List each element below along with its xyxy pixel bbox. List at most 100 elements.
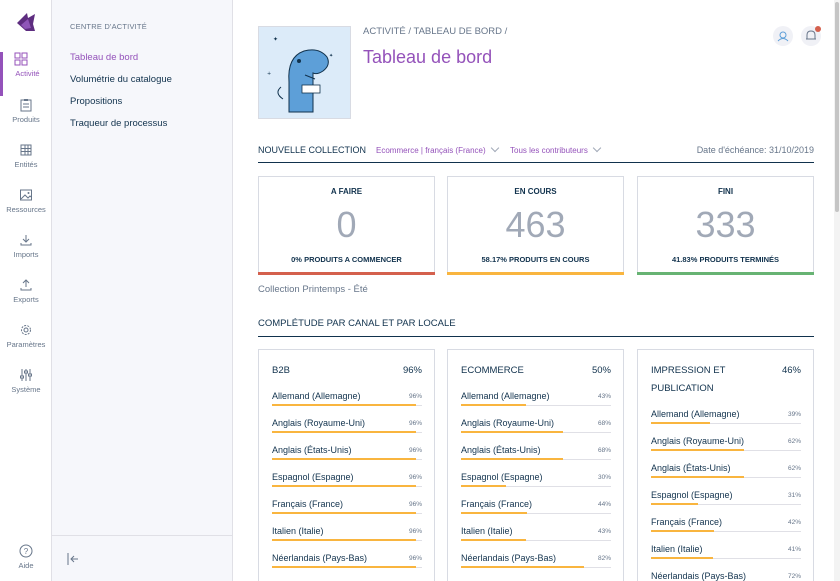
locale-row[interactable]: Allemand (Allemagne) 39% <box>651 409 801 436</box>
locale-name: Anglais (États-Unis) <box>651 463 731 473</box>
contributors-dropdown[interactable]: Tous les contributeurs <box>510 143 602 155</box>
locale-percent: 43% <box>597 528 611 535</box>
channel-locale-dropdown[interactable]: Ecommerce | français (France) <box>376 143 499 155</box>
progress-track <box>272 404 422 406</box>
stat-card-done[interactable]: FINI 333 41.83% PRODUITS TERMINÉS <box>637 176 814 275</box>
locale-row[interactable]: Anglais (États-Unis) 96% <box>272 445 422 472</box>
locale-percent: 96% <box>408 555 422 562</box>
locale-percent: 96% <box>408 420 422 427</box>
completeness-title: COMPLÉTUDE PAR CANAL ET PAR LOCALE <box>258 318 814 337</box>
locale-name: Italien (Italie) <box>461 526 513 536</box>
progress-track <box>272 485 422 487</box>
help-button[interactable]: ? Aide <box>0 544 52 570</box>
locale-percent: 96% <box>408 393 422 400</box>
notifications-button[interactable] <box>801 26 821 46</box>
notification-dot <box>815 26 821 32</box>
locale-percent: 44% <box>597 501 611 508</box>
progress-fill <box>272 566 416 568</box>
user-menu-button[interactable] <box>773 26 793 46</box>
grid-icon <box>14 52 28 66</box>
progress-fill <box>651 449 744 451</box>
progress-fill <box>461 458 563 460</box>
locale-row[interactable]: Allemand (Allemagne) 96% <box>272 391 422 418</box>
svg-text:✦: ✦ <box>273 36 278 43</box>
sidebar-item-volumetrie[interactable]: Volumétrie du catalogue <box>70 74 172 85</box>
locale-name: Anglais (Royaume-Uni) <box>461 418 555 428</box>
locale-row[interactable]: Néerlandais (Pays-Bas) 82% <box>461 553 611 580</box>
locale-row[interactable]: Italien (Italie) 43% <box>461 526 611 553</box>
stat-value: 0 <box>336 204 357 245</box>
activity-sidebar: CENTRE D'ACTIVITÉ Tableau de bord Volumé… <box>52 0 233 581</box>
stat-card-in-progress[interactable]: EN COURS 463 58.17% PRODUITS EN COURS <box>447 176 624 275</box>
collection-filter-bar: NOUVELLE COLLECTION Ecommerce | français… <box>258 143 814 163</box>
locale-row[interactable]: Espagnol (Espagne) 31% <box>651 490 801 517</box>
nav-item-produits[interactable]: Produits <box>0 98 52 142</box>
nav-item-systeme[interactable]: Système <box>0 368 52 412</box>
scrollbar[interactable] <box>834 0 840 581</box>
sidebar-title: CENTRE D'ACTIVITÉ <box>70 22 147 31</box>
nav-item-ressources[interactable]: Ressources <box>0 188 52 232</box>
gear-icon <box>21 325 31 335</box>
locale-percent: 96% <box>408 447 422 454</box>
nav-item-label: Paramètres <box>6 340 46 349</box>
locale-row[interactable]: Anglais (Royaume-Uni) 96% <box>272 418 422 445</box>
nav-item-activite[interactable]: Activité <box>0 52 52 96</box>
sidebar-item-traqueur[interactable]: Traqueur de processus <box>70 118 167 129</box>
nav-item-parametres[interactable]: Paramètres <box>0 323 52 367</box>
locale-name: Anglais (États-Unis) <box>461 445 541 455</box>
nav-item-label: Exports <box>13 295 39 304</box>
locale-row[interactable]: Français (France) 42% <box>651 517 801 544</box>
locale-row[interactable]: Français (France) 96% <box>272 499 422 526</box>
locale-percent: 41% <box>787 546 801 553</box>
import-icon <box>20 235 32 246</box>
locale-row[interactable]: Anglais (États-Unis) 62% <box>651 463 801 490</box>
collapse-sidebar-icon[interactable] <box>66 551 82 567</box>
nav-item-entites[interactable]: Entités <box>0 143 52 187</box>
sidebar-item-propositions[interactable]: Propositions <box>70 96 122 107</box>
nav-item-label: Imports <box>13 250 39 259</box>
locale-row[interactable]: Néerlandais (Pays-Bas) 96% <box>272 553 422 580</box>
locale-row[interactable]: Allemand (Allemagne) 43% <box>461 391 611 418</box>
locale-row[interactable]: Italien (Italie) 41% <box>651 544 801 571</box>
akeneo-logo-icon[interactable] <box>14 10 38 34</box>
locale-row[interactable]: Italien (Italie) 96% <box>272 526 422 553</box>
due-date: Date d'échéance: 31/10/2019 <box>696 145 814 155</box>
collection-label: NOUVELLE COLLECTION <box>258 145 367 155</box>
locale-name: Allemand (Allemagne) <box>272 391 361 401</box>
breadcrumb[interactable]: ACTIVITÉ / TABLEAU DE BORD / <box>363 26 507 37</box>
locale-row[interactable]: Anglais (Royaume-Uni) 62% <box>651 436 801 463</box>
progress-fill <box>651 557 713 559</box>
locale-row[interactable]: Espagnol (Espagne) 30% <box>461 472 611 499</box>
locale-row[interactable]: Anglais (Royaume-Uni) 68% <box>461 418 611 445</box>
locale-row[interactable]: Anglais (États-Unis) 68% <box>461 445 611 472</box>
locale-name: Espagnol (Espagne) <box>651 490 733 500</box>
nav-item-label: Activité <box>15 69 40 78</box>
channel-name: ECOMMERCE <box>461 365 524 376</box>
nav-item-imports[interactable]: Imports <box>0 233 52 277</box>
locale-row[interactable]: Néerlandais (Pays-Bas) 72% <box>651 571 801 581</box>
locale-name: Néerlandais (Pays-Bas) <box>272 553 368 563</box>
locale-percent: 72% <box>787 573 801 580</box>
channel-card: IMPRESSION ET PUBLICATION 46% Allemand (Al… <box>637 349 814 581</box>
svg-text:+: + <box>267 71 271 77</box>
locale-name: Néerlandais (Pays-Bas) <box>461 553 557 563</box>
channel-percent: 46% <box>781 365 801 376</box>
locale-row[interactable]: Français (France) 44% <box>461 499 611 526</box>
progress-track <box>461 512 611 514</box>
stat-card-todo[interactable]: A FAIRE 0 0% PRODUITS A COMMENCER <box>258 176 435 275</box>
scrollbar-thumb[interactable] <box>835 2 839 212</box>
progress-track <box>651 530 801 532</box>
clipboard-icon <box>20 99 32 112</box>
locale-name: Français (France) <box>461 499 533 509</box>
main-content: ✦ ✦ + ACTIVITÉ / TABLEAU DE BORD / Table… <box>233 0 840 581</box>
locale-name: Anglais (Royaume-Uni) <box>272 418 366 428</box>
locale-percent: 82% <box>597 555 611 562</box>
nav-item-exports[interactable]: Exports <box>0 278 52 322</box>
progress-track <box>651 422 801 424</box>
channel-card: B2B 96% Allemand (Allemagne) 96% Anglais (Ro… <box>258 349 435 581</box>
locale-row[interactable]: Espagnol (Espagne) 96% <box>272 472 422 499</box>
locale-percent: 68% <box>597 447 611 454</box>
sidebar-item-tableau-de-bord[interactable]: Tableau de bord <box>70 52 138 63</box>
stat-subtitle: 58.17% PRODUITS EN COURS <box>481 255 590 264</box>
channel-card: ECOMMERCE 50% Allemand (Allemagne) 43% Angla… <box>447 349 624 581</box>
